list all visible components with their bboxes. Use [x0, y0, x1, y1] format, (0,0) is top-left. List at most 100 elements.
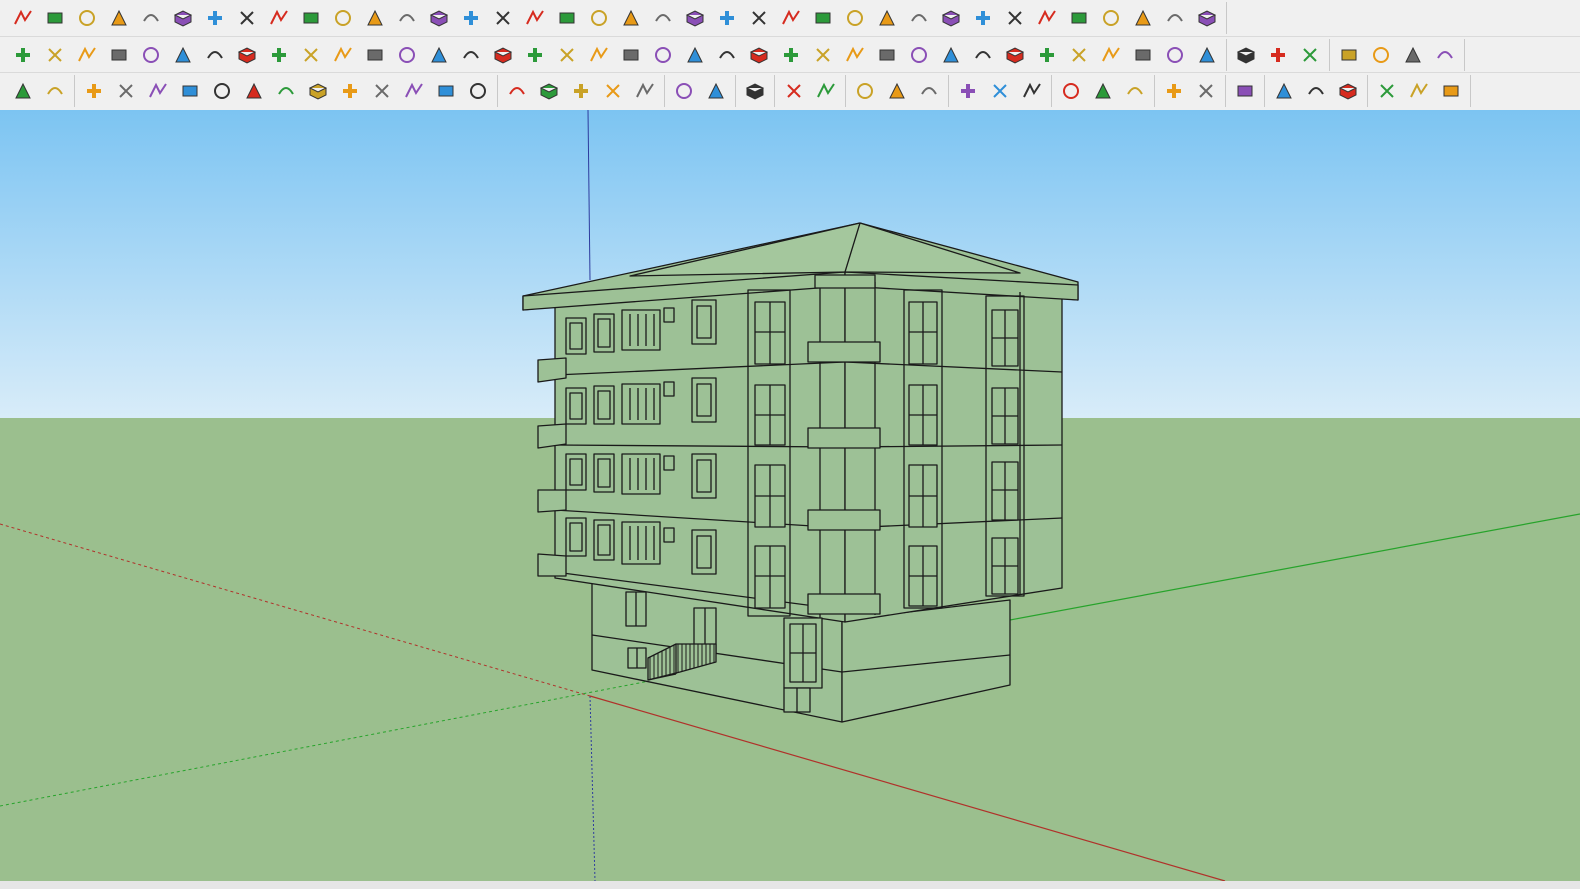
terrain-button[interactable]: [669, 76, 699, 106]
push-pull-face-button[interactable]: [200, 3, 230, 33]
ellipse-button[interactable]: [598, 76, 628, 106]
pillars-button[interactable]: [1032, 3, 1062, 33]
panel-button[interactable]: [936, 3, 966, 33]
circle-dots-button[interactable]: [1160, 40, 1190, 70]
offset-edge-button[interactable]: [360, 40, 390, 70]
grid-crop-button[interactable]: [1230, 76, 1260, 106]
green-line-button[interactable]: [502, 76, 532, 106]
spiral-circle-button[interactable]: [303, 76, 333, 106]
checker-button[interactable]: [1372, 76, 1402, 106]
cone-button[interactable]: [520, 40, 550, 70]
paint-components-button[interactable]: [8, 76, 38, 106]
brick-grid-button[interactable]: [232, 40, 262, 70]
arc-open-button[interactable]: [335, 76, 365, 106]
soap-bubble-button[interactable]: [104, 3, 134, 33]
frame-button[interactable]: [1000, 40, 1030, 70]
rotate-face-button[interactable]: [168, 40, 198, 70]
red-arc-button[interactable]: [463, 76, 493, 106]
cube-split-button[interactable]: [904, 40, 934, 70]
grid-select-button[interactable]: [1191, 76, 1221, 106]
model-scene[interactable]: [0, 110, 1580, 881]
window-cross-button[interactable]: [1056, 76, 1086, 106]
bezier-curve-button[interactable]: [40, 3, 70, 33]
ribbon-button[interactable]: [1128, 3, 1158, 33]
window-red-button[interactable]: [1120, 76, 1150, 106]
duplicate-button[interactable]: [1404, 76, 1434, 106]
scale-up-button[interactable]: [779, 76, 809, 106]
wall-button[interactable]: [872, 3, 902, 33]
red-pie-button[interactable]: [630, 76, 660, 106]
box-3d-button[interactable]: [296, 40, 326, 70]
wrench-button[interactable]: [566, 76, 596, 106]
dotted-path-button[interactable]: [392, 40, 422, 70]
orange-window-button[interactable]: [1064, 40, 1094, 70]
clipboard-button[interactable]: [1436, 76, 1466, 106]
cube-rotate-button[interactable]: [872, 40, 902, 70]
red-cross-button[interactable]: [424, 40, 454, 70]
loft-button[interactable]: [424, 3, 454, 33]
diagonal-panel-button[interactable]: [968, 3, 998, 33]
cloud-button[interactable]: [1333, 76, 1363, 106]
freehand-polyline-button[interactable]: [8, 3, 38, 33]
yellow-plane-button[interactable]: [40, 40, 70, 70]
orbit-button[interactable]: [680, 40, 710, 70]
branch-path-button[interactable]: [776, 3, 806, 33]
blue-cross-button[interactable]: [488, 40, 518, 70]
extrude-lines-button[interactable]: [136, 3, 166, 33]
arc-bend-button[interactable]: [79, 76, 109, 106]
grid-sphere-button[interactable]: [1064, 3, 1094, 33]
table-grid-button[interactable]: [1269, 76, 1299, 106]
triangle-button[interactable]: [584, 40, 614, 70]
union-button[interactable]: [1366, 40, 1396, 70]
solid-tools-button[interactable]: [1334, 40, 1364, 70]
spiral-button[interactable]: [616, 40, 646, 70]
stack-button[interactable]: [1000, 3, 1030, 33]
wave-button[interactable]: [175, 76, 205, 106]
knot-button[interactable]: [648, 40, 678, 70]
rectangle-button[interactable]: [271, 76, 301, 106]
trim-curve-button[interactable]: [72, 3, 102, 33]
segment-button[interactable]: [207, 76, 237, 106]
dimension-button[interactable]: [1263, 40, 1293, 70]
camera-orbit-button[interactable]: [1295, 40, 1325, 70]
dash-add-button[interactable]: [985, 76, 1015, 106]
fillet-button[interactable]: [296, 3, 326, 33]
white-plane-button[interactable]: [136, 40, 166, 70]
twist-button[interactable]: [1096, 3, 1126, 33]
grid-blue-button[interactable]: [1159, 76, 1189, 106]
tree-button[interactable]: [552, 40, 582, 70]
dash-line-button[interactable]: [953, 76, 983, 106]
scale-down-button[interactable]: [811, 76, 841, 106]
extend-button[interactable]: [360, 3, 390, 33]
green-shape-button[interactable]: [808, 40, 838, 70]
select-arrow-button[interactable]: [740, 76, 770, 106]
roof-slope-button[interactable]: [680, 3, 710, 33]
hand-button[interactable]: [552, 3, 582, 33]
house-button[interactable]: [1192, 3, 1222, 33]
orange-panel-button[interactable]: [1096, 40, 1126, 70]
drawing-viewport[interactable]: [0, 110, 1580, 881]
window-grid-button[interactable]: [1088, 76, 1118, 106]
dash-remove-button[interactable]: [1017, 76, 1047, 106]
red-plane-button[interactable]: [104, 40, 134, 70]
path-button[interactable]: [712, 3, 742, 33]
zigzag-button[interactable]: [143, 76, 173, 106]
building-model[interactable]: [522, 222, 1079, 723]
arc-green-button[interactable]: [239, 76, 269, 106]
undo-arc-button[interactable]: [776, 40, 806, 70]
split-path-button[interactable]: [744, 3, 774, 33]
skin-button[interactable]: [456, 3, 486, 33]
stairs-button[interactable]: [648, 3, 678, 33]
curve-button[interactable]: [431, 76, 461, 106]
sweep-button[interactable]: [392, 3, 422, 33]
cube-arrow-button[interactable]: [840, 40, 870, 70]
follow-me-button[interactable]: [168, 3, 198, 33]
chamfer-button[interactable]: [328, 3, 358, 33]
grid-columns-button[interactable]: [520, 3, 550, 33]
orange-grid-button[interactable]: [1032, 40, 1062, 70]
array-button[interactable]: [1192, 40, 1222, 70]
pencil-line-button[interactable]: [1231, 40, 1261, 70]
green-cross-button[interactable]: [456, 40, 486, 70]
bucket-button[interactable]: [744, 40, 774, 70]
surface-button[interactable]: [584, 3, 614, 33]
